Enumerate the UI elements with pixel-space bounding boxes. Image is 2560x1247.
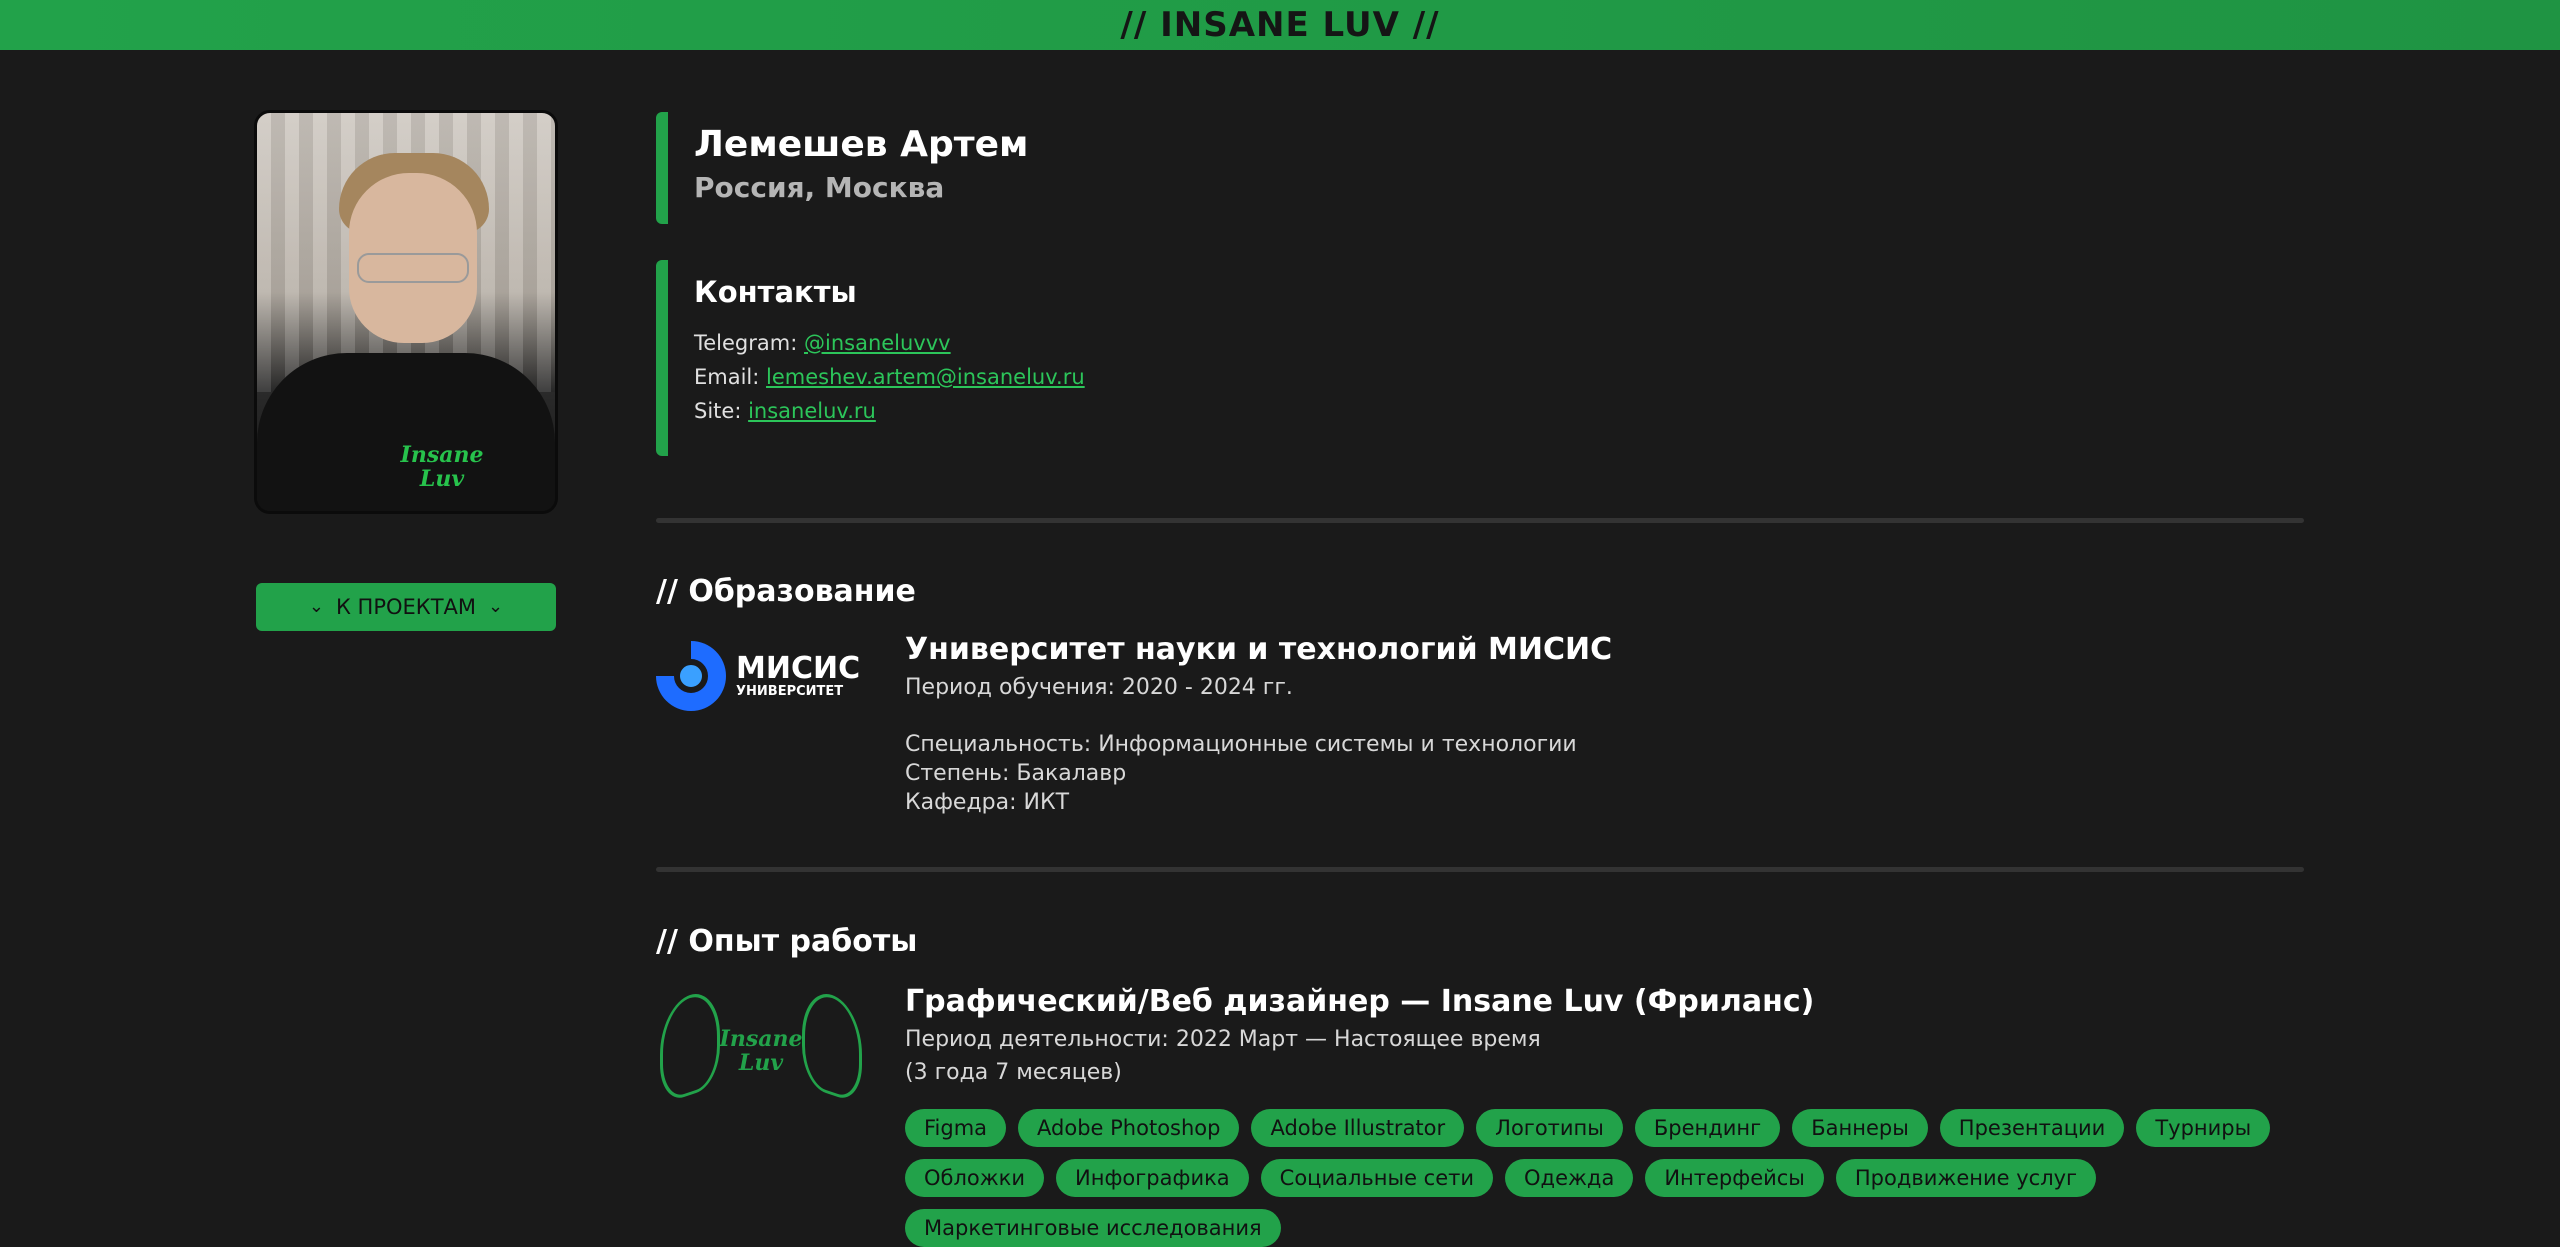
section-divider [656, 518, 2304, 523]
contact-email: Email: lemeshev.artem@insaneluv.ru [694, 365, 1085, 389]
site-title: // INSANE LUV // [1120, 5, 1440, 45]
contacts-title: Контакты [694, 275, 857, 309]
chevrons-down-icon: ⌄ [488, 596, 504, 617]
job-title: Графический/Веб дизайнер — Insane Luv (Ф… [905, 984, 1815, 1019]
profile-name: Лемешев Артем [694, 124, 1029, 165]
degree: Степень: Бакалавр [905, 761, 1127, 786]
profile-photo: Insane Luv [254, 110, 558, 514]
to-projects-label: К ПРОЕКТАМ [335, 595, 477, 619]
chevrons-down-icon: ⌄ [308, 596, 324, 617]
skill-tag: Обложки [905, 1159, 1045, 1197]
work-duration: (3 года 7 месяцев) [905, 1060, 1122, 1085]
insane-luv-logo: Insane Luv [656, 985, 866, 1105]
skill-tag: Adobe Photoshop [1018, 1109, 1240, 1147]
email-link[interactable]: lemeshev.artem@insaneluv.ru [766, 365, 1085, 389]
skill-tag: Интерфейсы [1645, 1159, 1824, 1197]
skill-tag: Инфографика [1056, 1159, 1249, 1197]
skill-tag: Брендинг [1634, 1109, 1781, 1147]
department: Кафедра: ИКТ [905, 790, 1070, 815]
skill-tags: Figma Adobe Photoshop Adobe Illustrator … [905, 1109, 2305, 1247]
skill-tag: Продвижение услуг [1835, 1159, 2097, 1197]
skill-tag: Маркетинговые исследования [905, 1209, 1281, 1247]
skill-tag: Adobe Illustrator [1251, 1109, 1465, 1147]
misis-ring-icon [656, 641, 726, 711]
skill-tag: Социальные сети [1260, 1159, 1494, 1197]
university-name: Университет науки и технологий МИСИС [905, 632, 1613, 667]
misis-logo: МИСИС УНИВЕРСИТЕТ [656, 634, 876, 718]
skill-tag: Одежда [1505, 1159, 1634, 1197]
work-entry: Графический/Веб дизайнер — Insane Luv (Ф… [905, 984, 2305, 1247]
education-section-title: // Образование [656, 574, 916, 609]
work-section-title: // Опыт работы [656, 924, 918, 959]
top-header-bar: // INSANE LUV // [0, 0, 2560, 50]
photo-shirt-logo: Insane Luv [400, 442, 484, 492]
photo-glasses [357, 253, 469, 283]
site-link[interactable]: insaneluv.ru [748, 399, 876, 423]
profile-card: Лемешев Артем Россия, Москва [656, 112, 1456, 224]
education-entry: Университет науки и технологий МИСИС Пер… [905, 632, 2205, 815]
work-period: Период деятельности: 2022 Март — Настоящ… [905, 1027, 1541, 1052]
section-divider [656, 867, 2304, 872]
to-projects-button[interactable]: ⌄ К ПРОЕКТАМ ⌄ [256, 583, 556, 631]
skill-tag: Баннеры [1792, 1109, 1928, 1147]
contacts-card: Контакты Telegram: @insaneluvvv Email: l… [656, 260, 1456, 456]
study-period: Период обучения: 2020 - 2024 гг. [905, 675, 1293, 700]
telegram-link[interactable]: @insaneluvvv [804, 331, 951, 355]
contact-telegram: Telegram: @insaneluvvv [694, 331, 951, 355]
specialty: Специальность: Информационные системы и … [905, 732, 1577, 757]
skill-tag: Логотипы [1476, 1109, 1623, 1147]
skill-tag: Турниры [2136, 1109, 2271, 1147]
profile-location: Россия, Москва [694, 171, 945, 204]
skill-tag: Презентации [1939, 1109, 2125, 1147]
skill-tag: Figma [905, 1109, 1007, 1147]
contact-site: Site: insaneluv.ru [694, 399, 876, 423]
